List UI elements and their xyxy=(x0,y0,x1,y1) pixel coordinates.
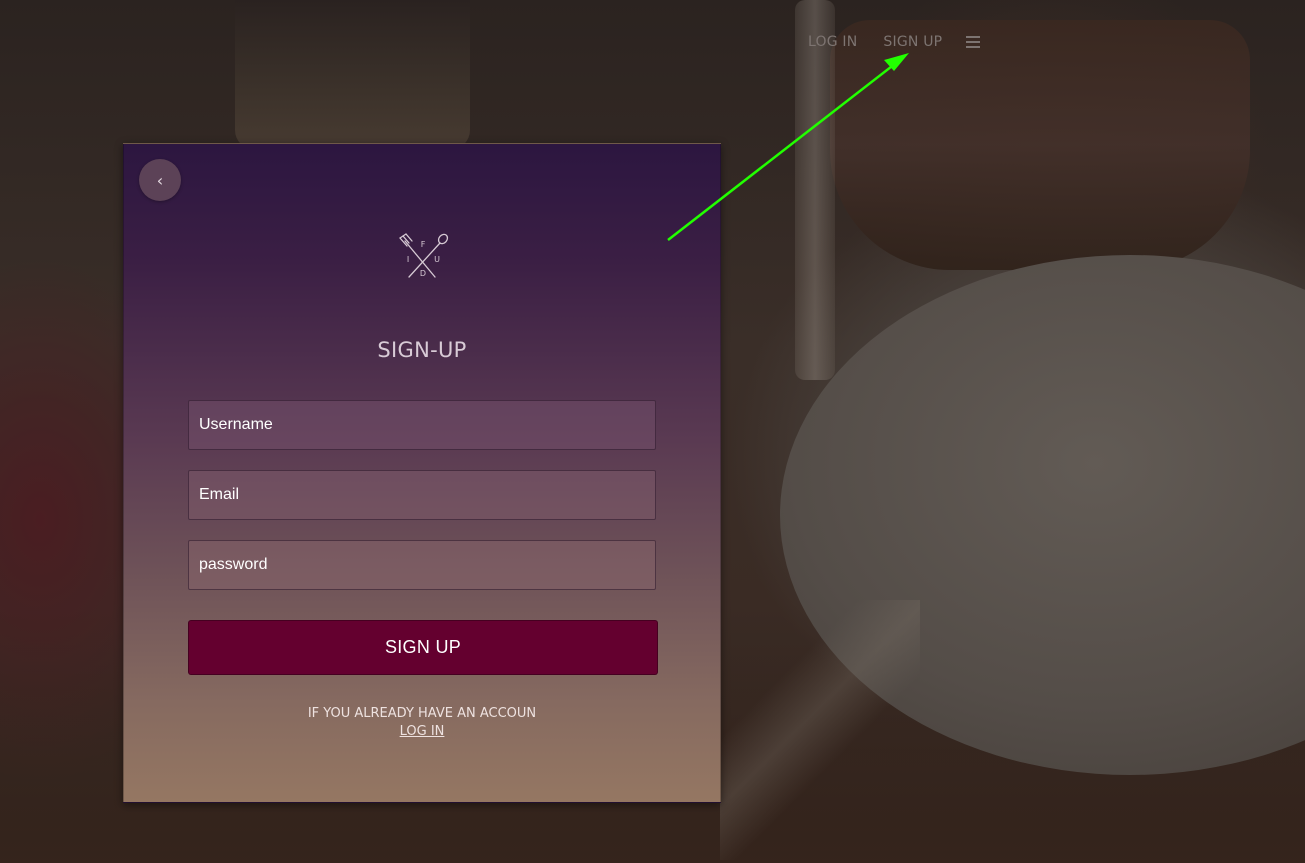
crossed-fork-spoon-logo-icon: F I U D xyxy=(399,233,449,278)
fork-image xyxy=(720,600,920,860)
page-title: SIGN-UP xyxy=(377,338,467,362)
spoon-bowl xyxy=(437,233,449,245)
signup-submit-button[interactable]: SIGN UP xyxy=(188,620,658,675)
nav-signup-link[interactable]: SIGN UP xyxy=(883,32,942,52)
page-background: LOG IN SIGN UP ‹ F I U D SIGN-UP Usernam… xyxy=(0,0,1305,863)
signup-card: ‹ F I U D SIGN-UP Username Email SIGN UP… xyxy=(123,143,721,803)
wooden-bowl-image xyxy=(830,20,1250,270)
password-field-wrapper xyxy=(188,540,656,590)
username-input[interactable] xyxy=(199,416,645,434)
logo-letter: U xyxy=(434,255,440,264)
spice-jar-image xyxy=(235,0,470,150)
top-navigation: LOG IN SIGN UP xyxy=(808,32,981,52)
fork-base xyxy=(399,233,407,239)
chevron-left-icon: ‹ xyxy=(156,170,164,190)
password-input[interactable] xyxy=(199,556,645,574)
menu-icon-bar xyxy=(966,41,981,43)
username-field-wrapper xyxy=(188,400,656,450)
footer-login-link[interactable]: LOG IN xyxy=(400,723,445,741)
logo-letter: I xyxy=(407,255,409,264)
menu-icon-bar xyxy=(966,36,981,38)
logo-letter: D xyxy=(420,269,426,278)
hamburger-menu-icon[interactable] xyxy=(966,36,981,48)
login-prompt-text: IF YOU ALREADY HAVE AN ACCOUN xyxy=(307,706,537,721)
wine-glass-image xyxy=(795,0,835,380)
logo-letter: F xyxy=(421,240,426,249)
email-field-wrapper xyxy=(188,470,656,520)
menu-icon-bar xyxy=(966,46,981,48)
login-prompt: IF YOU ALREADY HAVE AN ACCOUN LOG IN xyxy=(124,705,720,741)
email-input[interactable] xyxy=(199,486,645,504)
nav-login-link[interactable]: LOG IN xyxy=(808,32,857,52)
back-button[interactable]: ‹ xyxy=(139,159,181,201)
